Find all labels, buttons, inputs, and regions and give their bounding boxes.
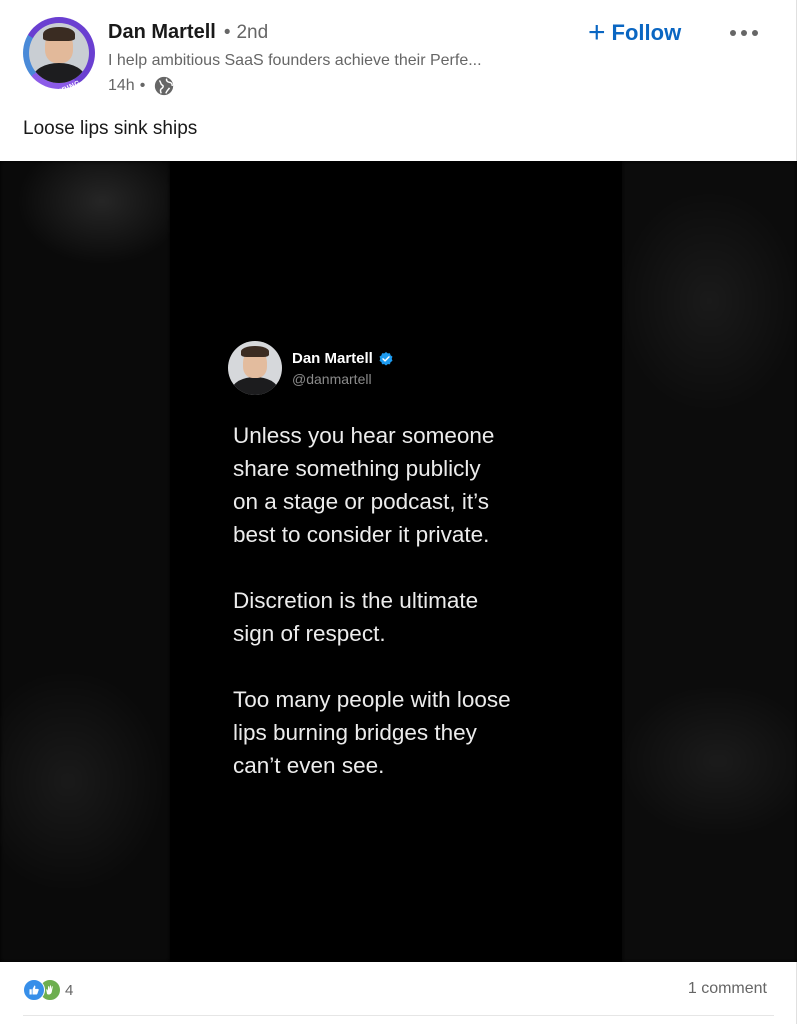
tweet-author-name: Dan Martell: [292, 350, 373, 367]
post-timestamp-row: 14h •: [108, 74, 175, 98]
follow-button[interactable]: + Follow: [588, 16, 681, 50]
tweet-handle: @danmartell: [292, 371, 372, 387]
post-time: 14h: [108, 77, 135, 94]
tweet-paragraph: Unless you hear someone share something …: [233, 423, 495, 547]
post-header: HIRING Dan Martell • 2nd I help ambitious…: [0, 0, 797, 110]
feed-post-card: HIRING Dan Martell • 2nd I help ambitious…: [0, 0, 797, 1024]
more-options-button[interactable]: [722, 20, 766, 46]
verified-badge-icon: [379, 351, 393, 365]
social-counts-bar: 4 1 comment: [0, 962, 797, 1024]
blurred-right-edge: [622, 161, 797, 962]
tweet-body: Unless you hear someone share something …: [233, 419, 593, 815]
like-icon: [23, 979, 45, 1001]
clapping-hands-icon: [46, 985, 53, 995]
author-avatar[interactable]: HIRING: [23, 17, 95, 98]
reactions-summary[interactable]: 4: [23, 978, 73, 1002]
author-headline: I help ambitious SaaS founders achieve t…: [108, 52, 482, 69]
reaction-count: 4: [65, 981, 74, 999]
avatar-hair-shape: [43, 27, 75, 41]
tweet-avatar-body-shape: [232, 377, 278, 395]
plus-icon: +: [588, 16, 606, 49]
post-text: Loose lips sink ships: [23, 118, 198, 139]
degree-label: 2nd: [236, 22, 269, 43]
ellipsis-dot: [741, 30, 747, 36]
follow-label: Follow: [611, 20, 682, 45]
author-name[interactable]: Dan Martell: [108, 21, 216, 44]
connection-degree: • 2nd: [224, 22, 268, 44]
author-name-row: Dan Martell • 2nd: [108, 21, 268, 47]
tweet-paragraph: Too many people with loose lips burning …: [233, 687, 511, 778]
tweet-name-row: Dan Martell: [292, 350, 394, 367]
avatar-photo: [29, 23, 89, 83]
time-separator: •: [139, 77, 146, 94]
post-image[interactable]: Dan Martell @danmartell Unless you hear …: [0, 161, 797, 962]
comments-count-link[interactable]: 1 comment: [688, 980, 767, 998]
blurred-left-edge: [0, 161, 170, 962]
globe-icon: [155, 76, 174, 96]
tweet-avatar-hair-shape: [241, 346, 269, 357]
tweet-screenshot: Dan Martell @danmartell Unless you hear …: [170, 161, 622, 962]
thumbs-up-icon: [29, 985, 39, 995]
degree-separator: •: [223, 22, 231, 43]
ellipsis-dot: [730, 30, 736, 36]
ellipsis-dot: [752, 30, 758, 36]
tweet-paragraph: Discretion is the ultimate sign of respe…: [233, 588, 479, 646]
tweet-avatar: [228, 341, 282, 395]
divider: [23, 1015, 774, 1016]
